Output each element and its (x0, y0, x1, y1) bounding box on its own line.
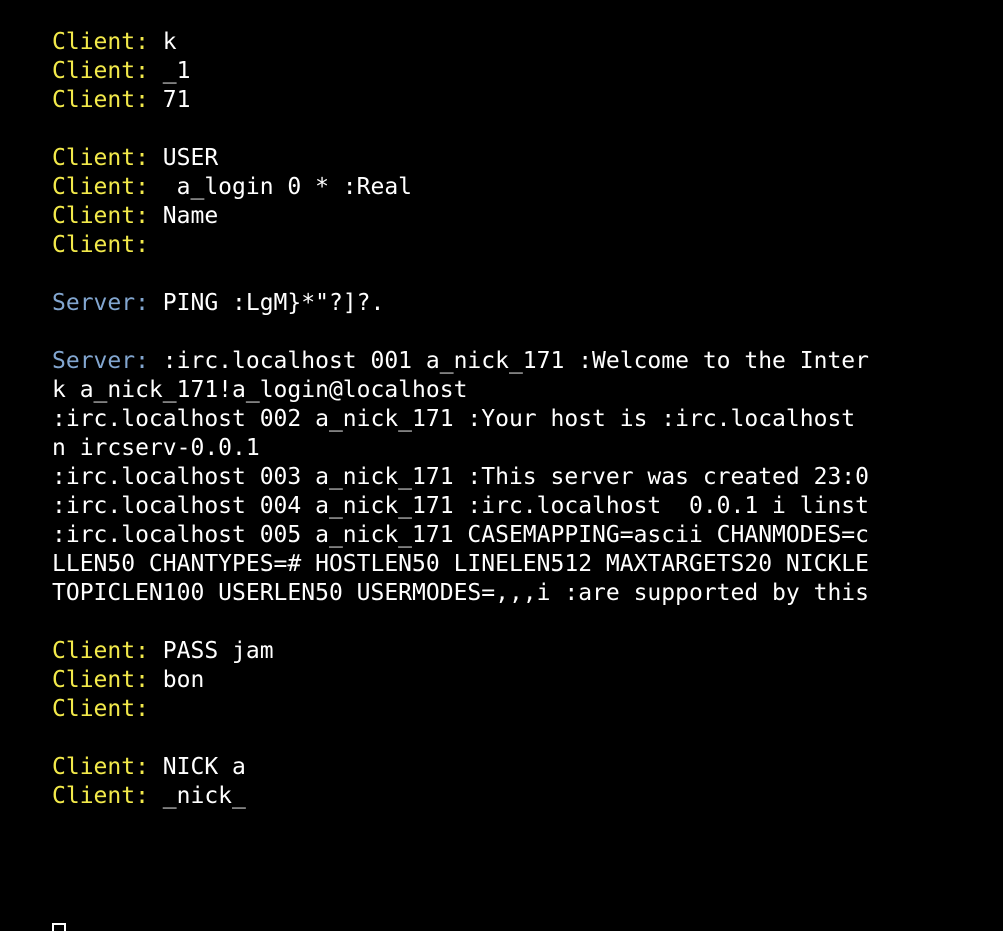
terminal-line: :irc.localhost 003 a_nick_171 :This serv… (52, 463, 1003, 492)
line-text: k a_nick_171!a_login@localhost (52, 377, 468, 403)
terminal-line: Client: bon (52, 666, 1003, 695)
client-prefix: Client: (52, 696, 149, 722)
terminal-line: Client: PASS jam (52, 637, 1003, 666)
terminal-line: :irc.localhost 004 a_nick_171 :irc.local… (52, 492, 1003, 521)
terminal-line: k a_nick_171!a_login@localhost (52, 376, 1003, 405)
line-text: :irc.localhost 001 a_nick_171 :Welcome t… (148, 348, 869, 374)
line-text: 71 (148, 87, 191, 113)
line-text: bon (148, 667, 205, 693)
terminal-window[interactable]: Client: k Client: _1 Client: 71 Client: USE… (0, 0, 1003, 931)
client-prefix: Client: (52, 667, 149, 693)
server-prefix: Server: (52, 348, 149, 374)
client-prefix: Client: (52, 783, 149, 809)
line-text: USER (148, 145, 219, 171)
terminal-line: LLEN50 CHANTYPES=# HOSTLEN50 LINELEN512 … (52, 550, 1003, 579)
line-text: LLEN50 CHANTYPES=# HOSTLEN50 LINELEN512 … (52, 551, 869, 577)
client-prefix: Client: (52, 232, 149, 258)
terminal-line: Client: _nick_ (52, 782, 1003, 811)
client-prefix: Client: (52, 87, 149, 113)
terminal-line: :irc.localhost 002 a_nick_171 :Your host… (52, 405, 1003, 434)
line-text: Name (148, 203, 219, 229)
terminal-output: Client: k Client: _1 Client: 71 Client: USE… (52, 28, 1003, 811)
line-text: TOPICLEN100 USERLEN50 USERMODES=,,,i :ar… (52, 580, 869, 606)
terminal-line: Client: (52, 695, 1003, 724)
terminal-line: Client: (52, 231, 1003, 260)
terminal-line: Client: USER (52, 144, 1003, 173)
terminal-line: :irc.localhost 005 a_nick_171 CASEMAPPIN… (52, 521, 1003, 550)
line-text: a_login 0 * :Real (148, 174, 413, 200)
client-prefix: Client: (52, 29, 149, 55)
cursor-block (52, 923, 66, 931)
client-prefix: Client: (52, 145, 149, 171)
line-text: :irc.localhost 005 a_nick_171 CASEMAPPIN… (52, 522, 869, 548)
line-text: :irc.localhost 003 a_nick_171 :This serv… (52, 464, 869, 490)
terminal-line: Server: :irc.localhost 001 a_nick_171 :W… (52, 347, 1003, 376)
terminal-line: Client: _1 (52, 57, 1003, 86)
line-text: n ircserv-0.0.1 (52, 435, 260, 461)
terminal-line: Client: Name (52, 202, 1003, 231)
terminal-line: Client: NICK a (52, 753, 1003, 782)
line-text: NICK a (148, 754, 246, 780)
terminal-line: Client: k (52, 28, 1003, 57)
line-text: PASS jam (148, 638, 274, 664)
terminal-line: Client: 71 (52, 86, 1003, 115)
terminal-line: n ircserv-0.0.1 (52, 434, 1003, 463)
terminal-line: TOPICLEN100 USERLEN50 USERMODES=,,,i :ar… (52, 579, 1003, 608)
line-text: k (148, 29, 177, 55)
line-text: _1 (148, 58, 191, 84)
line-text: :irc.localhost 004 a_nick_171 :irc.local… (52, 493, 869, 519)
terminal-line: Client: a_login 0 * :Real (52, 173, 1003, 202)
server-prefix: Server: (52, 290, 149, 316)
client-prefix: Client: (52, 174, 149, 200)
line-text: PING :LgM}*"?]?. (148, 290, 385, 316)
terminal-line: Server: PING :LgM}*"?]?. (52, 289, 1003, 318)
line-text: _nick_ (148, 783, 246, 809)
client-prefix: Client: (52, 203, 149, 229)
client-prefix: Client: (52, 754, 149, 780)
client-prefix: Client: (52, 58, 149, 84)
line-text: :irc.localhost 002 a_nick_171 :Your host… (52, 406, 856, 432)
client-prefix: Client: (52, 638, 149, 664)
